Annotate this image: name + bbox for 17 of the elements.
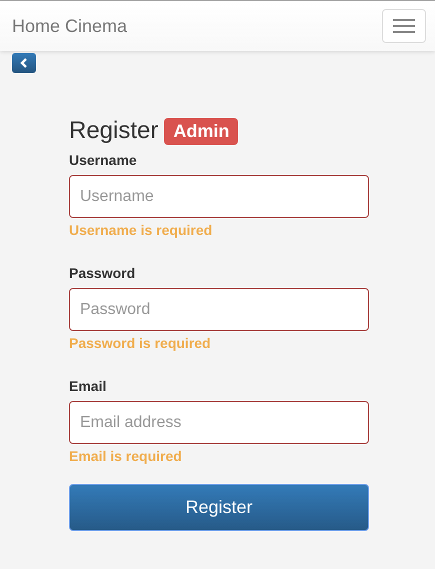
back-button[interactable] xyxy=(12,53,36,73)
input-field[interactable]: Username xyxy=(69,175,369,218)
register-button[interactable]: Register xyxy=(69,484,369,531)
field-label: Username xyxy=(69,152,138,168)
form-title: Register xyxy=(69,117,158,145)
error-message: Username is required xyxy=(69,222,214,238)
chevron-left-icon xyxy=(20,58,28,68)
input-field[interactable]: Password xyxy=(69,288,369,331)
admin-label: Admin xyxy=(164,118,238,144)
field-label: Password xyxy=(69,265,136,281)
brand-link[interactable]: Home Cinema xyxy=(12,16,128,36)
error-message: Password is required xyxy=(69,335,212,351)
menu-icon xyxy=(393,18,415,34)
input-field[interactable]: Email address xyxy=(69,401,369,444)
error-message: Email is required xyxy=(69,448,183,464)
menu-button[interactable] xyxy=(382,9,426,43)
field-label: Email xyxy=(69,378,108,394)
